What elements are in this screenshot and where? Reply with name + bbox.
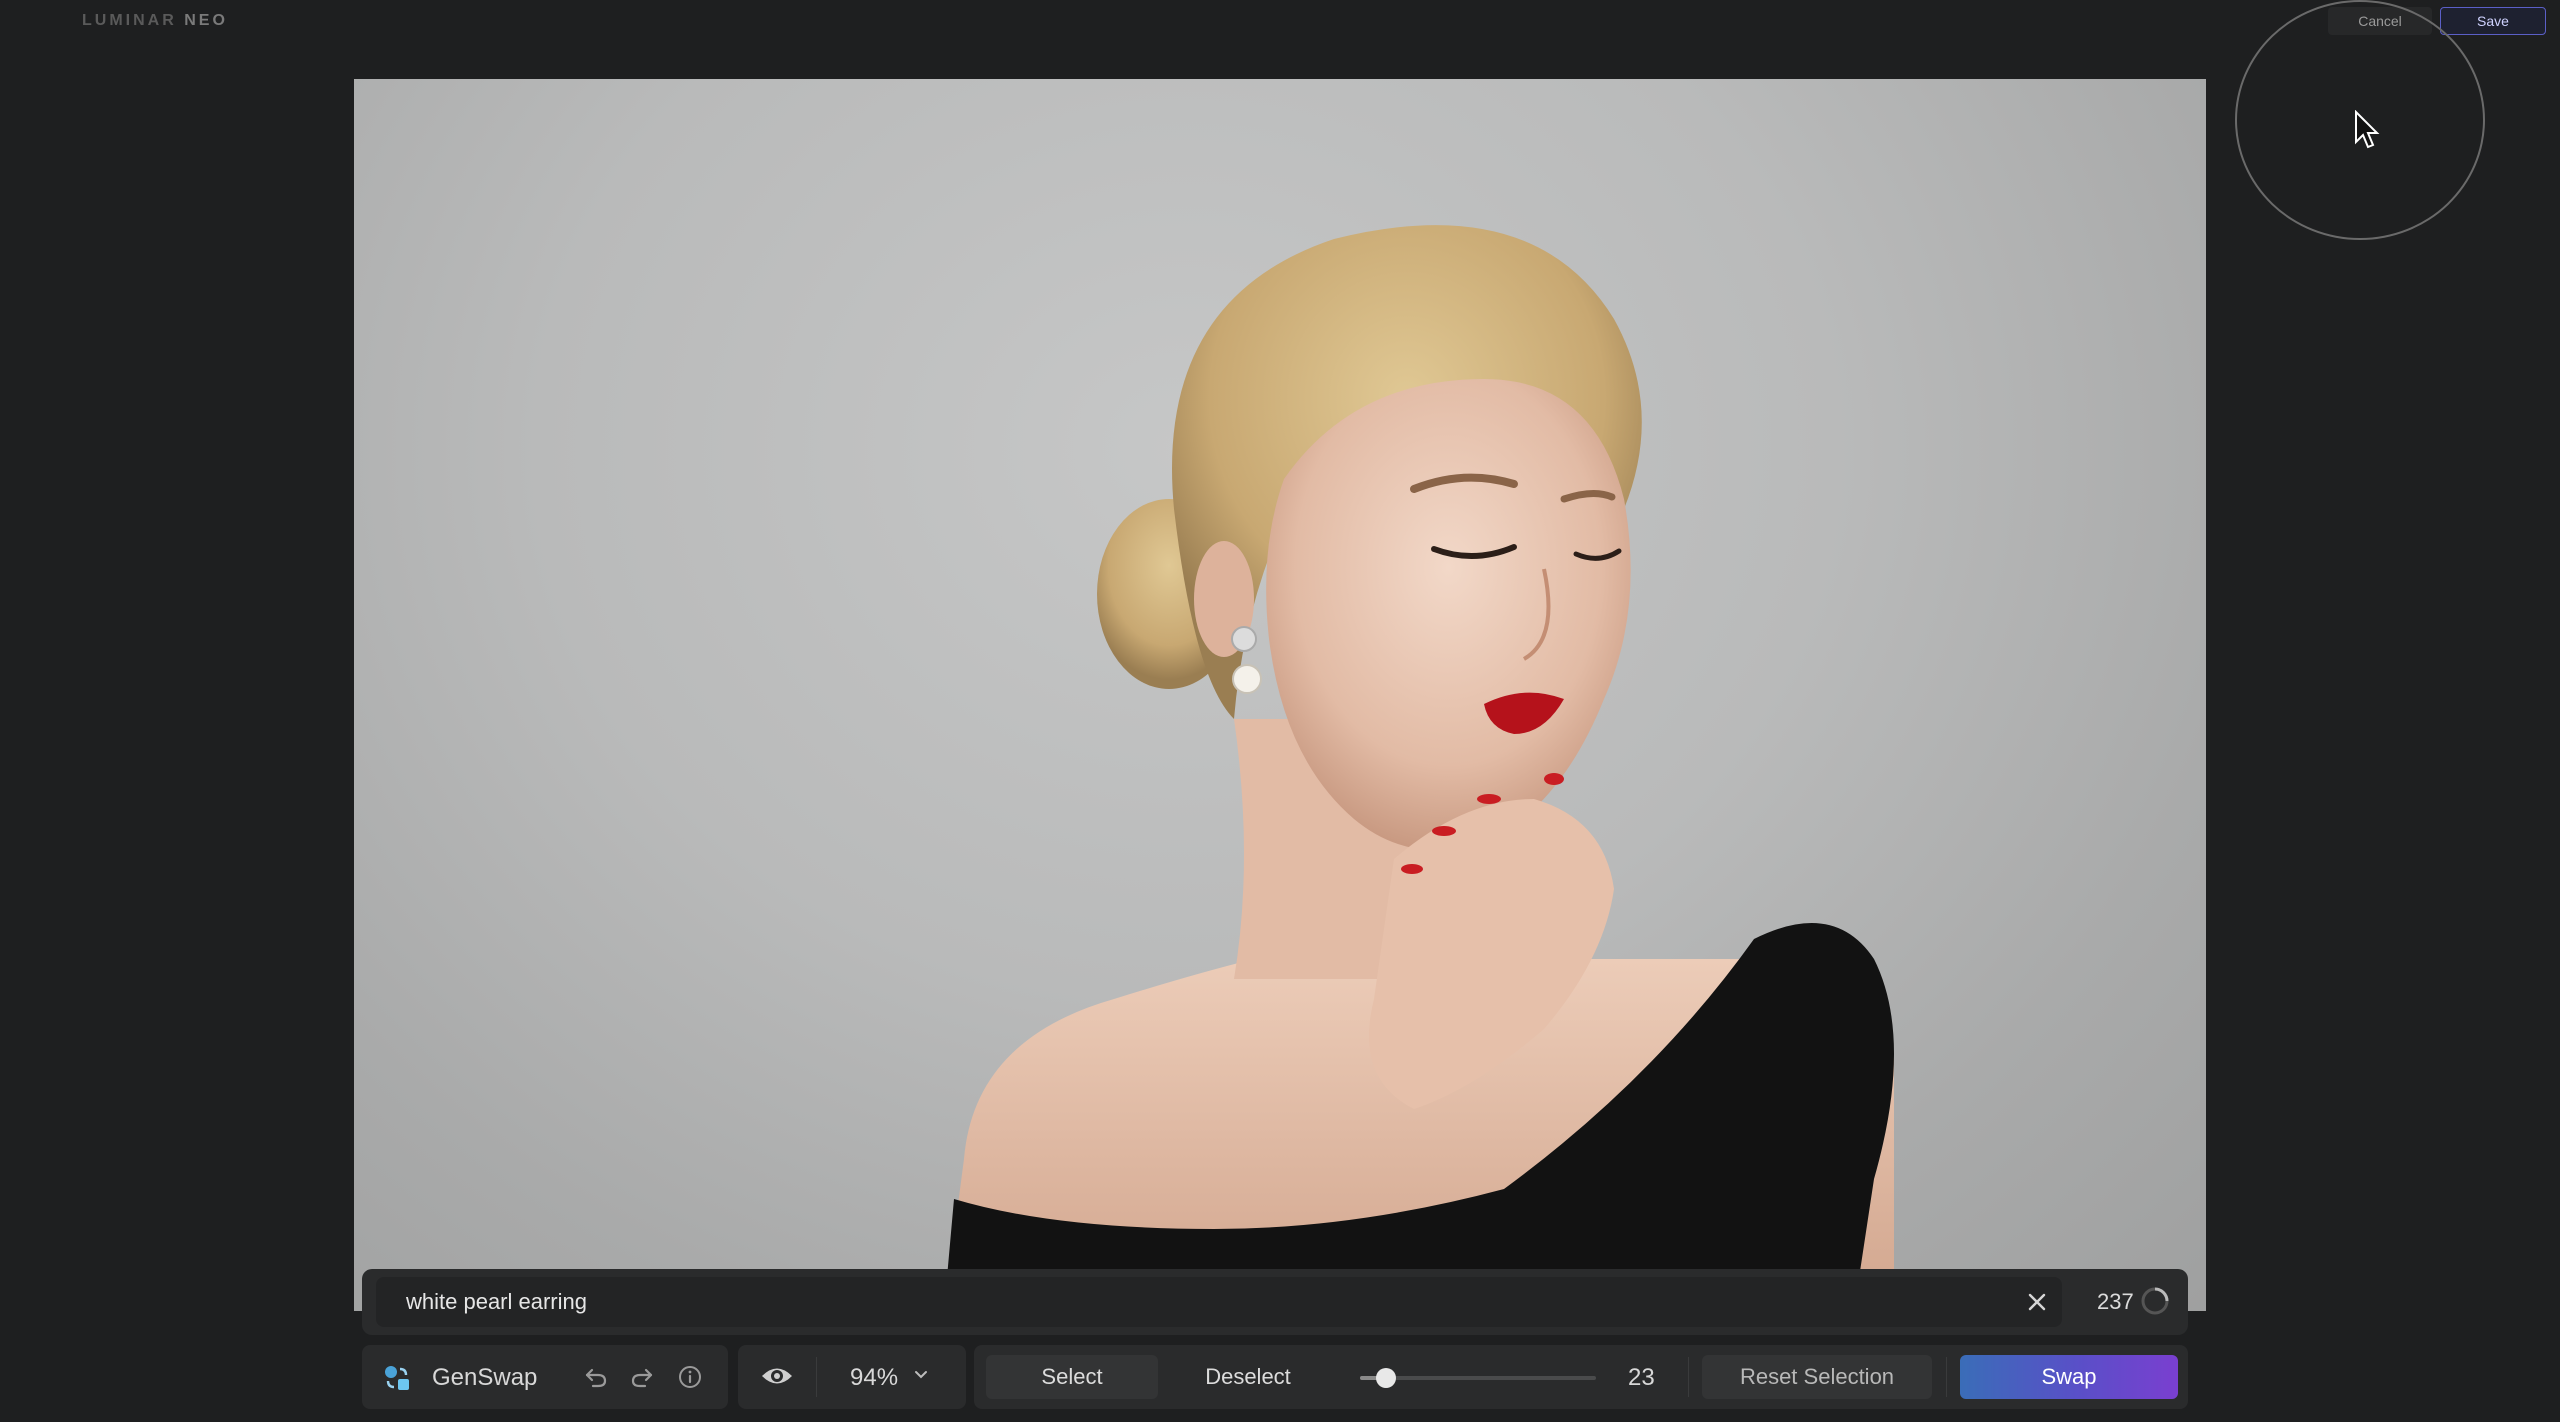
tool-name: GenSwap: [432, 1364, 538, 1391]
photo-canvas[interactable]: [354, 79, 2206, 1311]
swap-button[interactable]: Swap: [1960, 1355, 2178, 1399]
zoom-level[interactable]: 94%: [850, 1364, 898, 1392]
close-icon[interactable]: [2026, 1291, 2048, 1313]
brush-size-thumb[interactable]: [1375, 1368, 1396, 1388]
chevron-down-icon[interactable]: [914, 1370, 928, 1380]
divider: [1688, 1357, 1689, 1397]
divider: [1946, 1357, 1947, 1397]
info-icon[interactable]: [678, 1365, 702, 1389]
prompt-input[interactable]: [376, 1277, 2062, 1327]
eye-icon[interactable]: [760, 1363, 794, 1389]
brush-size-slider[interactable]: [1360, 1368, 1596, 1388]
app-logo-accent: NEO: [184, 12, 228, 29]
save-button[interactable]: Save: [2440, 7, 2546, 35]
divider: [816, 1357, 817, 1397]
undo-icon[interactable]: [584, 1365, 608, 1389]
app-logo-main: LUMINAR: [82, 12, 177, 29]
reset-selection-button[interactable]: Reset Selection: [1702, 1355, 1932, 1399]
deselect-button[interactable]: Deselect: [1162, 1355, 1334, 1399]
char-limit-ring-icon: [2141, 1287, 2169, 1315]
app-logo: LUMINAR NEO: [82, 12, 228, 30]
brush-size-value: 23: [1628, 1364, 1655, 1391]
redo-icon[interactable]: [630, 1365, 654, 1389]
remaining-char-count: 237: [2097, 1289, 2134, 1314]
prompt-bar: 237: [362, 1269, 2188, 1335]
view-panel: 94%: [738, 1345, 966, 1409]
portrait-photo: [944, 225, 1894, 1311]
genswap-icon: [385, 1366, 409, 1390]
cursor-icon: [2355, 110, 2380, 149]
selection-panel: Select Deselect 23 Reset Selection Swap: [974, 1345, 2188, 1409]
tool-panel: GenSwap: [362, 1345, 728, 1409]
select-button[interactable]: Select: [986, 1355, 1158, 1399]
